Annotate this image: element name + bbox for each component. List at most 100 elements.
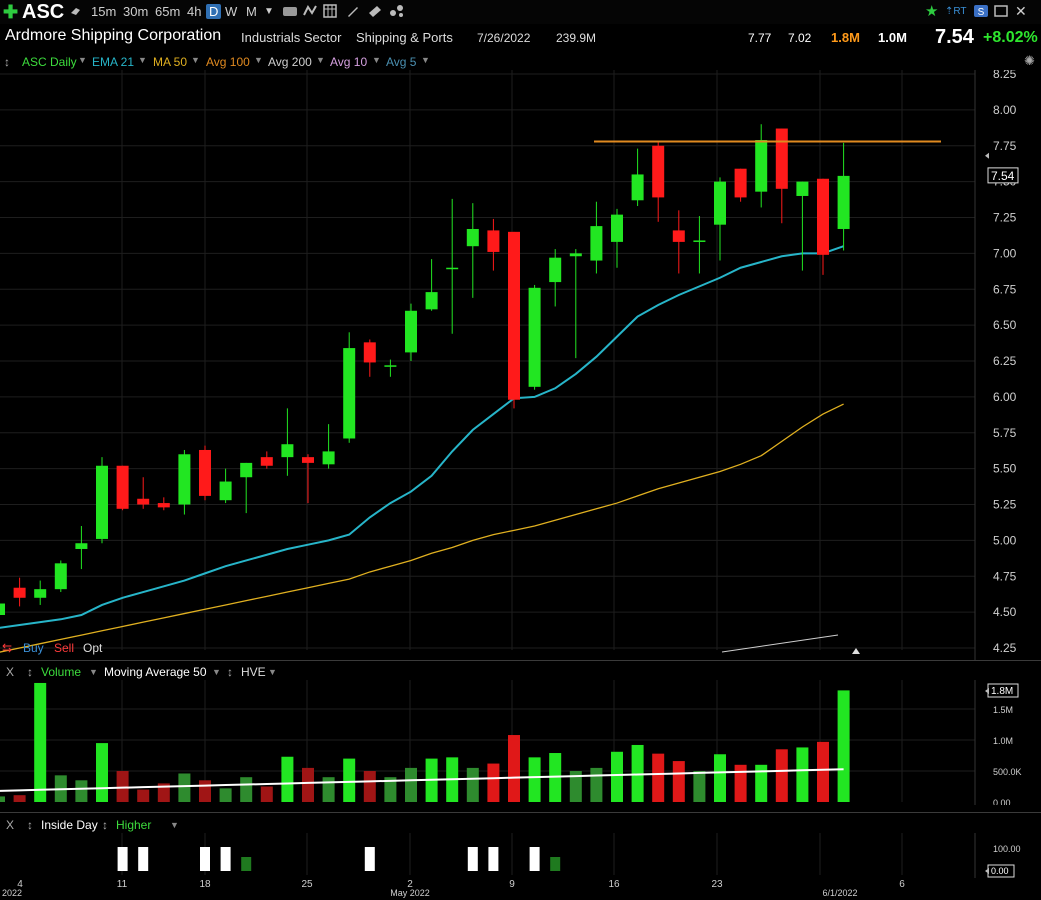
volume-bar[interactable] <box>34 682 47 802</box>
inside-day-bar[interactable] <box>364 847 375 871</box>
candle-body[interactable] <box>652 145 665 198</box>
volume-bar[interactable] <box>137 789 150 802</box>
inside-day-bar[interactable] <box>488 847 499 871</box>
star-icon[interactable]: ★ <box>925 2 938 20</box>
inside-day-bar[interactable] <box>220 847 231 871</box>
volume-bar[interactable] <box>734 764 747 802</box>
legend-avg200[interactable]: Avg 200 <box>268 55 312 69</box>
volume-ma-dropdown-icon[interactable]: ▼ <box>212 667 221 677</box>
legend-dropdown-icon[interactable]: ▼ <box>254 55 263 65</box>
volume-bar[interactable] <box>611 751 623 802</box>
legend-dropdown-icon[interactable]: ▼ <box>78 55 87 65</box>
volume-sort-icon[interactable]: ↕ <box>27 665 33 679</box>
candle-body[interactable] <box>0 603 5 615</box>
candle-body[interactable] <box>199 449 211 496</box>
candle-body[interactable] <box>405 310 417 353</box>
legend-avg5[interactable]: Avg 5 <box>386 55 416 69</box>
volume-bar[interactable] <box>775 749 788 802</box>
timeframe-30m[interactable]: 30m <box>123 4 148 19</box>
window-icon[interactable] <box>993 3 1009 19</box>
legend-sort-icon[interactable]: ↕ <box>4 55 10 69</box>
inside-day-bar[interactable] <box>200 847 210 871</box>
candle-body[interactable] <box>137 498 150 505</box>
inside-day-title[interactable]: Inside Day <box>41 818 98 832</box>
candle-body[interactable] <box>34 589 47 598</box>
volume-bar[interactable] <box>714 754 726 802</box>
volume-bar[interactable] <box>219 788 232 802</box>
scroll-up-icon[interactable] <box>852 648 860 654</box>
candle-body[interactable] <box>302 457 314 463</box>
volume-bar[interactable] <box>672 761 685 802</box>
scanner-icon[interactable]: S <box>973 3 989 19</box>
sell-button[interactable]: Sell <box>54 641 74 655</box>
inside-day-bar[interactable] <box>467 847 478 871</box>
legend-dropdown-icon[interactable]: ▼ <box>421 55 430 65</box>
legend-avg10[interactable]: Avg 10 <box>330 55 367 69</box>
candle-body[interactable] <box>116 465 129 509</box>
volume-close-button[interactable]: X <box>6 665 14 679</box>
volume-bar[interactable] <box>116 771 129 802</box>
volume-bar[interactable] <box>13 795 26 802</box>
volume-bar[interactable] <box>302 767 314 802</box>
legend-dropdown-icon[interactable]: ▼ <box>316 55 325 65</box>
candle-body[interactable] <box>466 228 479 247</box>
timeframe-monthly[interactable]: M <box>246 4 257 19</box>
legend-dropdown-icon[interactable]: ▼ <box>138 55 147 65</box>
candle-body[interactable] <box>157 503 170 508</box>
timeframe-15m[interactable]: 15m <box>91 4 116 19</box>
volume-bar[interactable] <box>796 747 809 802</box>
candle-body[interactable] <box>178 454 191 505</box>
candle-body[interactable] <box>631 174 644 201</box>
timeframe-dropdown-icon[interactable]: ▼ <box>264 6 274 17</box>
timeframe-weekly[interactable]: W <box>225 4 237 19</box>
volume-bar[interactable] <box>0 796 5 802</box>
volume-bar[interactable] <box>652 753 665 802</box>
candle-body[interactable] <box>446 267 459 270</box>
candle-body[interactable] <box>281 444 294 458</box>
volume-bar[interactable] <box>199 780 211 802</box>
legend-dropdown-icon[interactable]: ▼ <box>191 55 200 65</box>
volume-bar[interactable] <box>693 771 706 802</box>
candle-body[interactable] <box>611 214 623 242</box>
close-icon[interactable]: ✕ <box>1015 3 1027 20</box>
compare-icon[interactable] <box>302 3 318 19</box>
pane-divider[interactable] <box>0 660 1041 661</box>
calendar-icon[interactable] <box>322 3 338 19</box>
options-button[interactable]: Opt <box>83 641 102 655</box>
realtime-label[interactable]: ⇡RT <box>945 6 967 17</box>
legend-ma50[interactable]: MA 50 <box>153 55 187 69</box>
candle-body[interactable] <box>96 465 108 539</box>
candle-body[interactable] <box>13 587 26 598</box>
higher-bar[interactable] <box>241 857 252 871</box>
volume-chart[interactable]: 1.8M 1.5M 1.0M 500.0K 0.00 <box>0 680 1041 805</box>
timeframe-4h[interactable]: 4h <box>187 4 201 19</box>
volume-bar[interactable] <box>817 741 829 802</box>
candle-body[interactable] <box>508 231 520 400</box>
legend-dropdown-icon[interactable]: ▼ <box>372 55 381 65</box>
candle-body[interactable] <box>817 178 829 255</box>
inside-sort-icon[interactable]: ↕ <box>27 818 33 832</box>
candle-body[interactable] <box>363 342 376 363</box>
candle-body[interactable] <box>569 253 582 257</box>
candle-body[interactable] <box>384 365 397 367</box>
candle-body[interactable] <box>693 240 706 242</box>
candle-body[interactable] <box>775 128 788 189</box>
palette-icon[interactable]: ✺ <box>1024 53 1035 69</box>
candle-body[interactable] <box>343 348 356 439</box>
legend-avg100[interactable]: Avg 100 <box>206 55 250 69</box>
higher-sort-icon[interactable]: ↕ <box>102 818 108 832</box>
volume-bar[interactable] <box>405 767 417 802</box>
legend-ema21[interactable]: EMA 21 <box>92 55 134 69</box>
link-icon[interactable] <box>68 3 84 19</box>
volume-bar[interactable] <box>260 786 273 803</box>
timeframe-65m[interactable]: 65m <box>155 4 180 19</box>
volume-bar[interactable] <box>528 757 541 802</box>
timeframe-daily[interactable]: D <box>206 4 222 19</box>
candle-body[interactable] <box>528 287 541 387</box>
candle-body[interactable] <box>549 257 562 283</box>
volume-bar[interactable] <box>322 777 335 802</box>
hve-sort-icon[interactable]: ↕ <box>227 665 233 679</box>
inside-day-chart[interactable]: 100.000.00 20224 11 18 25 2May 20229 16 236/1/… <box>0 833 1041 900</box>
candle-body[interactable] <box>425 292 438 310</box>
higher-label[interactable]: Higher <box>116 818 151 832</box>
